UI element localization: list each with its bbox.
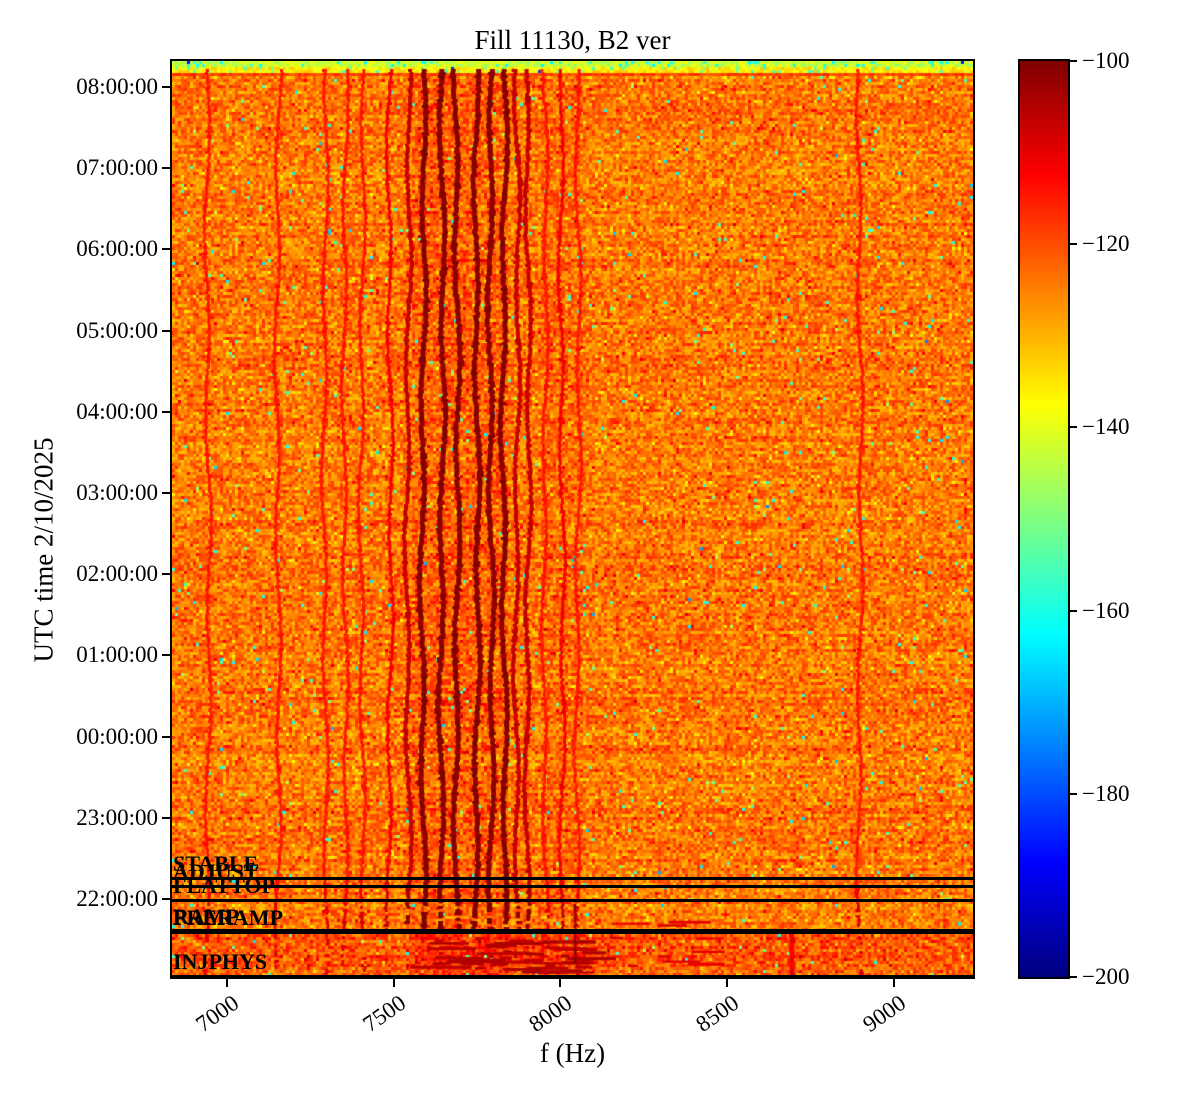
x-tick <box>892 979 895 987</box>
y-tick-label: 08:00:00 <box>76 74 158 99</box>
y-tick-label: 05:00:00 <box>76 317 158 343</box>
colorbar-tick <box>1070 426 1077 429</box>
x-axis-label: f (Hz) <box>539 1038 606 1068</box>
y-tick-label: 23:00:00 <box>76 804 158 830</box>
x-tick-label: 8500 <box>691 990 744 1037</box>
y-tick <box>162 735 170 738</box>
colorbar-tick <box>1070 609 1077 612</box>
figure: Fill 11130, B2 ver UTC time 2/10/2025 08… <box>0 0 1200 1100</box>
chart-title: Fill 11130, B2 ver <box>474 25 671 55</box>
y-tick-label: 00:00:00 <box>76 723 158 749</box>
x-tick <box>559 979 562 987</box>
y-tick <box>162 248 170 251</box>
y-tick-label: 01:00:00 <box>76 642 158 668</box>
y-tick <box>162 573 170 576</box>
colorbar-tick <box>1070 243 1077 246</box>
y-tick <box>162 167 170 170</box>
colorbar-tick-label: −160 <box>1082 597 1130 623</box>
x-tick <box>725 979 728 987</box>
beam-mode-line <box>172 898 973 902</box>
x-tick-label: 9000 <box>857 990 910 1037</box>
x-tick-label: 7500 <box>357 990 410 1037</box>
colorbar-tick-label: −140 <box>1082 414 1130 440</box>
y-axis-label: UTC time 2/10/2025 <box>28 437 59 663</box>
beam-mode-line <box>172 876 973 880</box>
x-tick-label: 7000 <box>191 990 244 1037</box>
y-tick-label: 22:00:00 <box>76 886 158 911</box>
colorbar-tick-label: −120 <box>1082 231 1130 257</box>
spectrogram-canvas <box>172 61 973 977</box>
colorbar-tick-label: −200 <box>1082 964 1130 989</box>
y-tick-label: 03:00:00 <box>76 480 158 505</box>
y-tick <box>162 816 170 819</box>
y-tick <box>162 492 170 494</box>
beam-mode-label: FLATTOP <box>173 873 275 898</box>
x-tick <box>392 979 395 987</box>
colorbar-tick <box>1070 792 1077 795</box>
colorbar-tick <box>1070 60 1077 62</box>
y-tick-label: 04:00:00 <box>76 398 158 424</box>
colorbar-tick <box>1070 976 1077 978</box>
beam-mode-line <box>172 884 973 888</box>
y-tick <box>162 86 170 88</box>
beam-mode-label: INJPHYS <box>173 949 268 975</box>
x-tick <box>226 979 228 987</box>
colorbar-tick-label: −100 <box>1082 48 1130 73</box>
y-tick <box>162 329 170 332</box>
beam-mode-label: PRERAMP <box>173 905 283 931</box>
y-tick-label: 07:00:00 <box>76 155 158 181</box>
beam-mode-line <box>172 975 973 978</box>
y-tick <box>162 410 170 413</box>
y-tick-label: 02:00:00 <box>76 561 158 587</box>
colorbar-tick-label: −180 <box>1082 780 1130 806</box>
y-tick <box>162 654 170 657</box>
x-tick-label: 8000 <box>524 990 577 1037</box>
y-tick <box>162 898 170 900</box>
colorbar <box>1018 59 1070 979</box>
beam-mode-line <box>172 930 973 935</box>
y-tick-label: 06:00:00 <box>76 236 158 262</box>
